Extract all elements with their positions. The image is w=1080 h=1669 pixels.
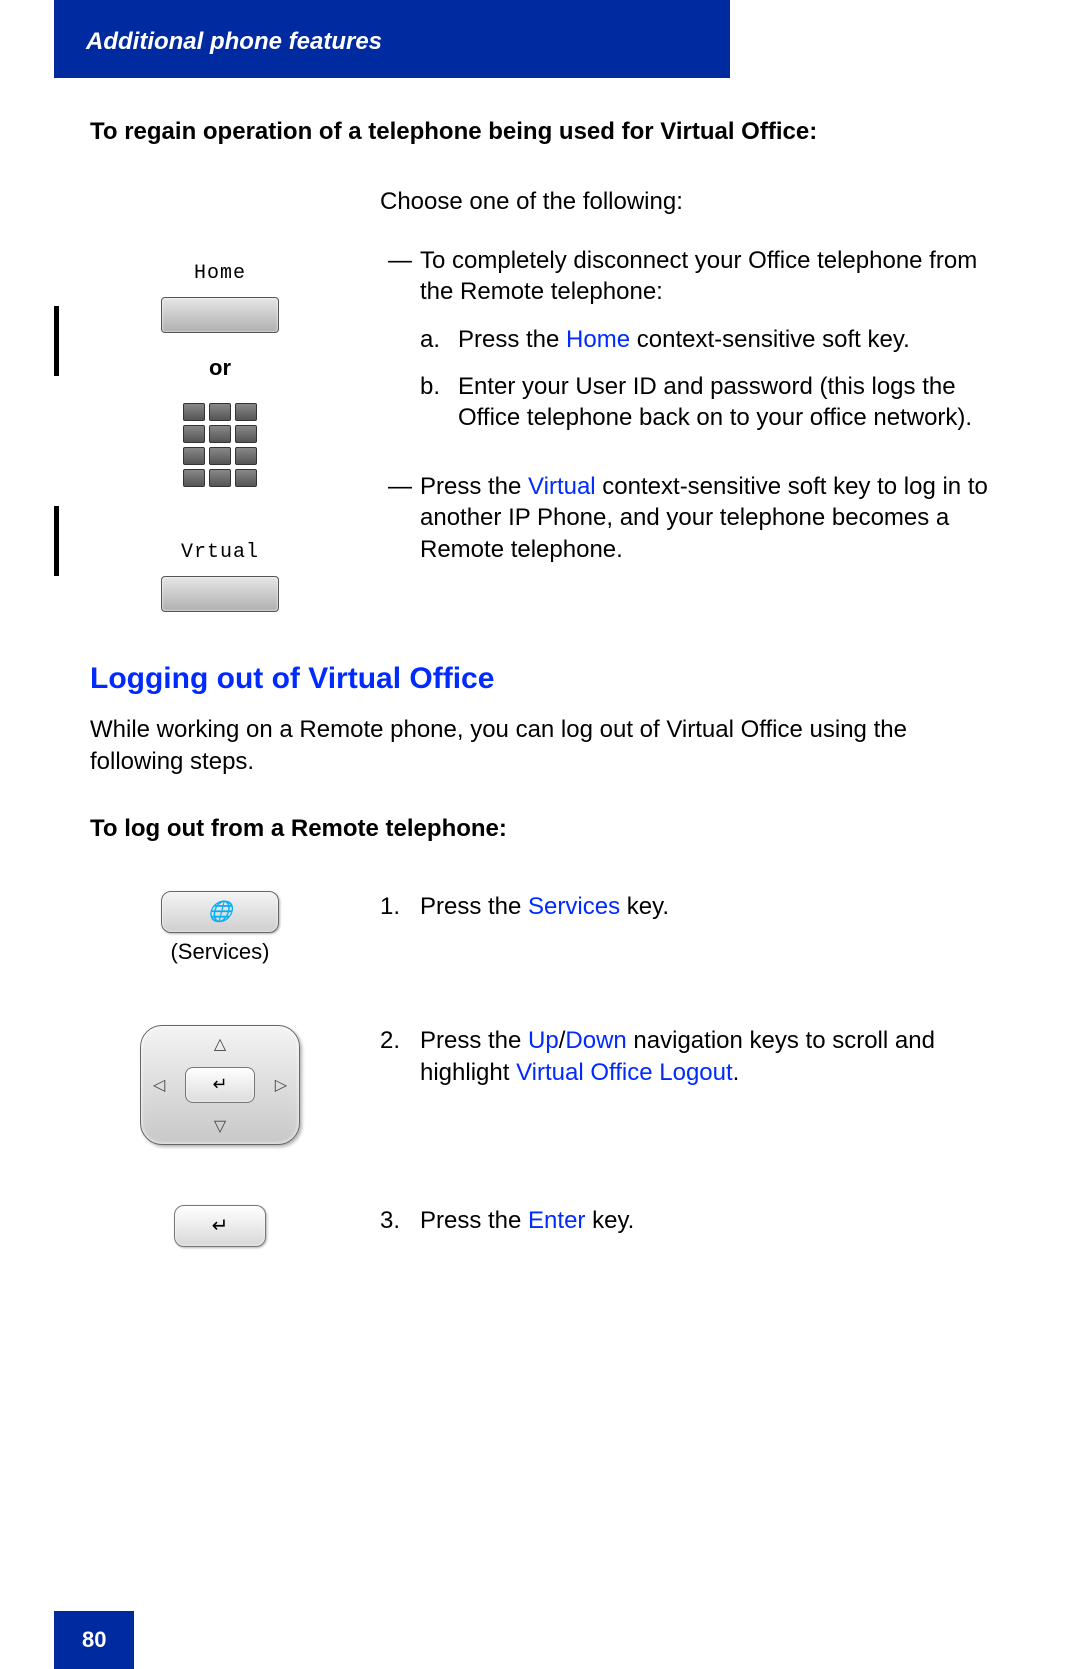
heading-logout: Logging out of Virtual Office [90,662,990,696]
logout-paragraph: While working on a Remote phone, you can… [90,714,990,779]
navpad-icon: △ ▽ ◁ ▷ ↵ [140,1025,300,1145]
change-bar [54,506,59,576]
keypad-icon [183,403,257,487]
home-softkey-icon [161,297,279,333]
services-caption: (Services) [170,939,269,965]
page-header: Additional phone features [54,0,730,78]
step-2-row: △ ▽ ◁ ▷ ↵ 2. Press the Up/Down navigatio… [90,1025,990,1145]
virtual-softkey-icon [161,576,279,612]
change-bar [54,306,59,376]
enter-key-icon: ↵ [174,1205,266,1247]
choose-line: Choose one of the following: [380,186,990,217]
step-a: a. Press the Home context-sensitive soft… [380,324,990,355]
logout-subtitle: To log out from a Remote telephone: [90,815,990,843]
step-1-row: 🌐 (Services) 1. Press the Services key. [90,891,990,965]
softkey-illustration: Home or Vrtual [90,186,350,612]
step-b: b. Enter your User ID and password (this… [380,371,990,433]
services-key-icon: 🌐 [161,891,279,933]
or-label: or [209,355,231,381]
page-number: 80 [54,1611,134,1669]
section-title: To regain operation of a telephone being… [90,118,990,146]
bullet-disconnect: — To completely disconnect your Office t… [380,245,990,307]
home-softkey-label: Home [194,262,246,285]
bullet-virtual: — Press the Virtual context-sensitive so… [380,471,990,565]
virtual-softkey-label: Vrtual [181,541,259,564]
step-3-row: ↵ 3. Press the Enter key. [90,1205,990,1247]
